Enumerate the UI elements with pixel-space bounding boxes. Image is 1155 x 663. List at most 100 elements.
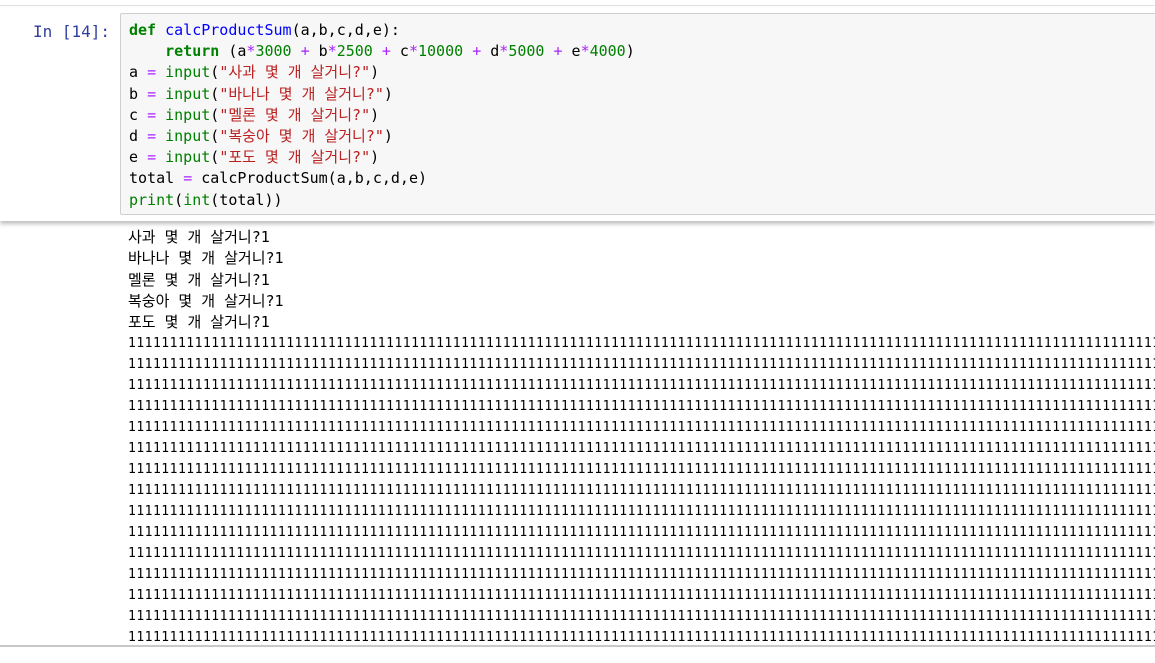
output-line: 1111111111111111111111111111111111111111… xyxy=(128,567,1155,583)
code-token: = xyxy=(147,105,157,124)
code-token: "바나나 몇 개 살거니?" xyxy=(219,84,384,103)
code-token: 4000 xyxy=(589,42,626,61)
output-line: 포도 몇 개 살거니?1 xyxy=(128,313,270,332)
code-token: ) xyxy=(625,42,635,61)
code-token: = xyxy=(147,84,157,103)
output-line: 1111111111111111111111111111111111111111… xyxy=(128,378,1155,394)
code-token: (total)) xyxy=(210,190,283,209)
code-token: ( xyxy=(210,148,220,167)
output-line: 1111111111111111111111111111111111111111… xyxy=(128,525,1155,541)
code-token: d xyxy=(481,42,500,61)
code-token: "사과 몇 개 살거니?" xyxy=(219,63,371,82)
code-token: * xyxy=(499,42,509,61)
code-token: = xyxy=(147,63,157,82)
output-line: 1111111111111111111111111111111111111111… xyxy=(128,483,1155,499)
code-token: ) xyxy=(370,148,380,167)
output-line: 바나나 몇 개 살거니?1 xyxy=(128,249,284,268)
code-token: def xyxy=(129,21,157,39)
divider xyxy=(0,5,1155,6)
code-token: = xyxy=(147,126,157,145)
code-token: ( xyxy=(210,126,220,145)
code-token: a xyxy=(129,63,148,82)
code-token: calcProductSum xyxy=(165,21,292,39)
code-token: ) xyxy=(383,84,393,103)
code-token: * xyxy=(408,42,418,61)
code-token: * xyxy=(327,42,337,61)
code-token: c xyxy=(129,105,148,124)
output-line: 1111111111111111111111111111111111111111… xyxy=(128,336,1155,352)
code-token: input xyxy=(165,84,211,103)
code-line[interactable]: e = input("포도 몇 개 살거니?") xyxy=(129,147,635,168)
input-prompt: In [14]: xyxy=(32,22,110,41)
code-token: 2500 xyxy=(336,42,373,61)
code-token: (a,b,c,d,e): xyxy=(291,21,400,39)
code-token: input xyxy=(165,148,211,167)
code-token: input xyxy=(165,105,211,124)
code-token: 5000 xyxy=(508,42,545,61)
output-line: 1111111111111111111111111111111111111111… xyxy=(128,546,1155,562)
code-token: ) xyxy=(383,126,393,145)
code-token: int xyxy=(183,190,211,209)
code-line[interactable]: b = input("바나나 몇 개 살거니?") xyxy=(129,84,635,105)
code-token: (a xyxy=(219,42,247,61)
code-token: = xyxy=(183,169,193,188)
output-line: 1111111111111111111111111111111111111111… xyxy=(128,399,1155,415)
code-token: "복숭아 몇 개 살거니?" xyxy=(219,126,384,145)
code-line[interactable]: def calcProductSum(a,b,c,d,e): xyxy=(129,20,635,41)
input-prompt-echoes: 사과 몇 개 살거니?1 바나나 몇 개 살거니?1 멜론 몇 개 살거니?1 복숭아… xyxy=(128,227,1155,333)
output-line: 1111111111111111111111111111111111111111… xyxy=(128,609,1155,625)
code-token: 10000 xyxy=(418,42,464,61)
code-token: + xyxy=(472,42,482,61)
code-token: e xyxy=(129,148,148,167)
code-line[interactable]: a = input("사과 몇 개 살거니?") xyxy=(129,62,635,83)
code-token: print xyxy=(129,190,175,209)
code-token: "멜론 몇 개 살거니?" xyxy=(219,105,371,124)
output-line: 1111111111111111111111111111111111111111… xyxy=(128,588,1155,604)
code-token: return xyxy=(165,42,220,61)
code-token: c xyxy=(390,42,409,61)
output-line: 1111111111111111111111111111111111111111… xyxy=(128,441,1155,457)
printed-result: 1111111111111111111111111111111111111111… xyxy=(128,333,1155,647)
code-token: ( xyxy=(210,105,220,124)
cell-output: 사과 몇 개 살거니?1 바나나 몇 개 살거니?1 멜론 몇 개 살거니?1 복숭아… xyxy=(128,227,1155,647)
code-text[interactable]: def calcProductSum(a,b,c,d,e): return (a… xyxy=(129,20,635,211)
output-line: 사과 몇 개 살거니?1 xyxy=(128,228,270,246)
code-token: b xyxy=(129,84,148,103)
code-token: "포도 몇 개 살거니?" xyxy=(219,148,371,167)
code-line[interactable]: d = input("복숭아 몇 개 살거니?") xyxy=(129,126,635,147)
code-line[interactable]: print(int(total)) xyxy=(129,190,635,211)
output-line: 1111111111111111111111111111111111111111… xyxy=(128,504,1155,520)
code-token: ) xyxy=(370,105,380,124)
code-token: e xyxy=(562,42,581,61)
output-line: 복숭아 몇 개 살거니?1 xyxy=(128,291,284,310)
code-line[interactable]: return (a*3000 + b*2500 + c*10000 + d*50… xyxy=(129,41,635,62)
code-token: calcProductSum(a,b,c,d,e) xyxy=(192,169,428,188)
code-token: ) xyxy=(370,63,380,82)
code-token: + xyxy=(553,42,563,61)
code-token: 3000 xyxy=(255,42,292,61)
code-token: ( xyxy=(210,63,220,82)
code-token: * xyxy=(580,42,590,61)
code-line[interactable]: total = calcProductSum(a,b,c,d,e) xyxy=(129,168,635,189)
notebook: In [14]: def calcProductSum(a,b,c,d,e): … xyxy=(0,0,1155,663)
output-line: 멜론 몇 개 살거니?1 xyxy=(128,270,270,289)
code-token: input xyxy=(165,126,211,145)
code-token: ( xyxy=(174,190,184,209)
output-line: 1111111111111111111111111111111111111111… xyxy=(128,420,1155,436)
output-line: 1111111111111111111111111111111111111111… xyxy=(128,462,1155,478)
code-line[interactable]: c = input("멜론 몇 개 살거니?") xyxy=(129,105,635,126)
code-token: b xyxy=(309,42,328,61)
code-editor[interactable]: def calcProductSum(a,b,c,d,e): return (a… xyxy=(120,13,1155,215)
code-token: + xyxy=(381,42,391,61)
scrollbar-track[interactable] xyxy=(0,645,1155,647)
